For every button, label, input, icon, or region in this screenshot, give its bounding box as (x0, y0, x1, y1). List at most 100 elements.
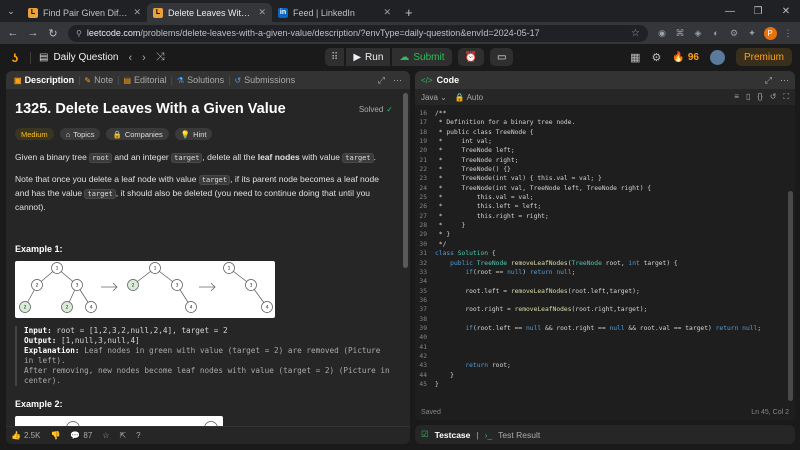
star-icon[interactable]: ☆ (102, 431, 109, 440)
svg-text:3: 3 (250, 283, 253, 289)
code-toolbar: Java ⌄ 🔒 Auto ≡ ▯ {} ↺ ⛶ (415, 89, 795, 105)
settings-icon[interactable]: ⚙ (652, 51, 662, 64)
timer-button[interactable]: ⏰ (457, 48, 484, 66)
bookmark-icon[interactable]: ▯ (746, 92, 750, 102)
help-icon[interactable]: ? (136, 431, 140, 440)
svg-text:1: 1 (154, 266, 157, 272)
tab-search-icon[interactable]: ⌄ (0, 0, 22, 22)
bookmark-star-icon[interactable]: ☆ (631, 28, 640, 39)
tab-testcase[interactable]: Testcase (435, 430, 471, 440)
next-question-icon[interactable]: › (142, 52, 146, 64)
share-icon[interactable]: ⇱ (119, 431, 126, 440)
url-text: leetcode.com/problems/delete-leaves-with… (86, 28, 540, 38)
panel-menu-icon[interactable]: ⋯ (393, 75, 402, 86)
comments-button[interactable]: 💬 87 (70, 431, 92, 440)
minimize-icon[interactable]: — (716, 0, 744, 22)
like-button[interactable]: 👍 2.5K (11, 431, 40, 440)
line-number: 34 (419, 278, 427, 286)
line-text: return root; (465, 362, 511, 370)
line-text: /** (435, 110, 447, 117)
tab-description[interactable]: ▣ Description (10, 75, 78, 85)
extension-icon[interactable]: ⚙ (726, 25, 742, 41)
leetcode-logo-icon[interactable]: ʖ (8, 51, 22, 65)
example-1-heading: Example 1: (15, 244, 63, 254)
line-text: * TreeNode left; (435, 147, 515, 155)
tab-note[interactable]: ✎ Note (80, 75, 117, 85)
tab-test-result[interactable]: Test Result (498, 430, 540, 440)
run-button[interactable]: ▶ Run (346, 48, 391, 66)
tag-row: Medium ⌂ Topics 🔒 Companies 💡 Hint (15, 128, 393, 140)
forward-icon[interactable]: → (24, 24, 42, 42)
fullscreen-icon[interactable]: ⛶ (783, 92, 789, 102)
close-tab-icon[interactable]: ✕ (133, 7, 141, 18)
extension-icon[interactable]: ◈ (690, 25, 706, 41)
code-editor[interactable]: 16/** 17 * Definition for a binary tree n… (415, 109, 795, 405)
note-icon: ✎ (84, 75, 92, 85)
browser-tab[interactable]: L Find Pair Given Difference | Pra ✕ (22, 3, 147, 22)
language-select[interactable]: Java ⌄ (421, 93, 447, 102)
chrome-menu-icon[interactable]: ⋮ (780, 25, 796, 41)
line-number: 27 (419, 212, 427, 220)
code-line: 20 * TreeNode left; (415, 146, 795, 155)
description-body: 1325. Delete Leaves With a Given Value S… (6, 89, 402, 426)
close-tab-icon[interactable]: ✕ (383, 7, 391, 18)
extension-icon[interactable]: ◉ (654, 25, 670, 41)
user-avatar[interactable] (709, 49, 725, 65)
line-text: * Definition for a binary tree node. (435, 119, 576, 127)
maximize-panel-icon[interactable]: ⤢ (765, 75, 772, 86)
back-icon[interactable]: ← (4, 24, 22, 42)
check-circle-icon: ✓ (386, 104, 393, 114)
line-number: 23 (419, 175, 427, 183)
mode-select[interactable]: 🔒 Auto (455, 93, 483, 102)
topics-pill[interactable]: ⌂ Topics (59, 128, 101, 140)
hint-pill[interactable]: 💡 Hint (174, 128, 213, 140)
daily-question-link[interactable]: ▤ Daily Question (39, 52, 118, 63)
like-count: 2.5K (23, 431, 41, 440)
close-tab-icon[interactable]: ✕ (258, 7, 266, 18)
url-field[interactable]: ⚲ leetcode.com/problems/delete-leaves-wi… (68, 24, 648, 42)
line-number: 37 (419, 306, 427, 314)
thumbs-down-icon[interactable]: 👎 (50, 431, 60, 440)
editor-scrollbar[interactable] (788, 191, 793, 401)
shuffle-icon[interactable]: ⤨ (156, 51, 165, 64)
code-line: 27 * this.right = right; (415, 212, 795, 221)
close-window-icon[interactable]: ✕ (772, 0, 800, 22)
code-line: 33 if(root == null) return null; (415, 268, 795, 277)
companies-pill[interactable]: 🔒 Companies (106, 128, 169, 140)
line-number: 24 (419, 184, 427, 192)
tab-solutions[interactable]: ⚗ Solutions (173, 75, 228, 85)
new-tab-button[interactable]: + (397, 3, 421, 22)
reset-icon[interactable]: ↺ (770, 92, 777, 102)
run-label: Run (365, 51, 384, 63)
problem-title[interactable]: 1325. Delete Leaves With a Given Value (15, 101, 286, 117)
maximize-icon[interactable]: ❐ (744, 0, 772, 22)
line-text: * } (435, 231, 451, 239)
format-icon[interactable]: ≡ (734, 92, 739, 102)
reload-icon[interactable]: ↻ (44, 24, 62, 42)
debug-button[interactable]: ⠿ (325, 48, 345, 66)
extension-icon[interactable]: ⌘ (672, 25, 688, 41)
streak-counter[interactable]: 🔥 96 (672, 52, 699, 63)
svg-text:1: 1 (56, 266, 59, 272)
layout-icon[interactable]: ▦ (630, 51, 640, 64)
extension-icon[interactable]: ◐ (708, 25, 724, 41)
difficulty-badge[interactable]: Medium (15, 128, 54, 140)
site-info-icon[interactable]: ⚲ (76, 29, 82, 38)
example-1-tree-image: 1 2 3 2 2 4 1 2 3 4 1 3 4 (15, 261, 275, 318)
description-scrollbar[interactable] (403, 93, 408, 268)
notes-button[interactable]: ▭ (489, 48, 514, 66)
extension-puzzle-icon[interactable]: ✦ (744, 25, 760, 41)
svg-text:3: 3 (176, 283, 179, 289)
profile-avatar[interactable]: P (762, 25, 778, 41)
thumbs-up-icon: 👍 (11, 431, 21, 440)
maximize-panel-icon[interactable]: ⤢ (378, 75, 385, 86)
submit-button[interactable]: ☁ Submit (392, 48, 452, 66)
panel-menu-icon[interactable]: ⋯ (780, 75, 789, 86)
tab-editorial[interactable]: ▤ Editorial (119, 75, 170, 85)
premium-button[interactable]: Premium (735, 48, 792, 66)
browser-tab-active[interactable]: L Delete Leaves With a Given Valu ✕ (147, 3, 272, 22)
browser-tab[interactable]: in Feed | LinkedIn ✕ (272, 3, 397, 22)
prev-question-icon[interactable]: ‹ (128, 52, 132, 64)
tab-submissions[interactable]: ↺ Submissions (230, 75, 299, 85)
braces-icon[interactable]: {} (757, 92, 762, 102)
